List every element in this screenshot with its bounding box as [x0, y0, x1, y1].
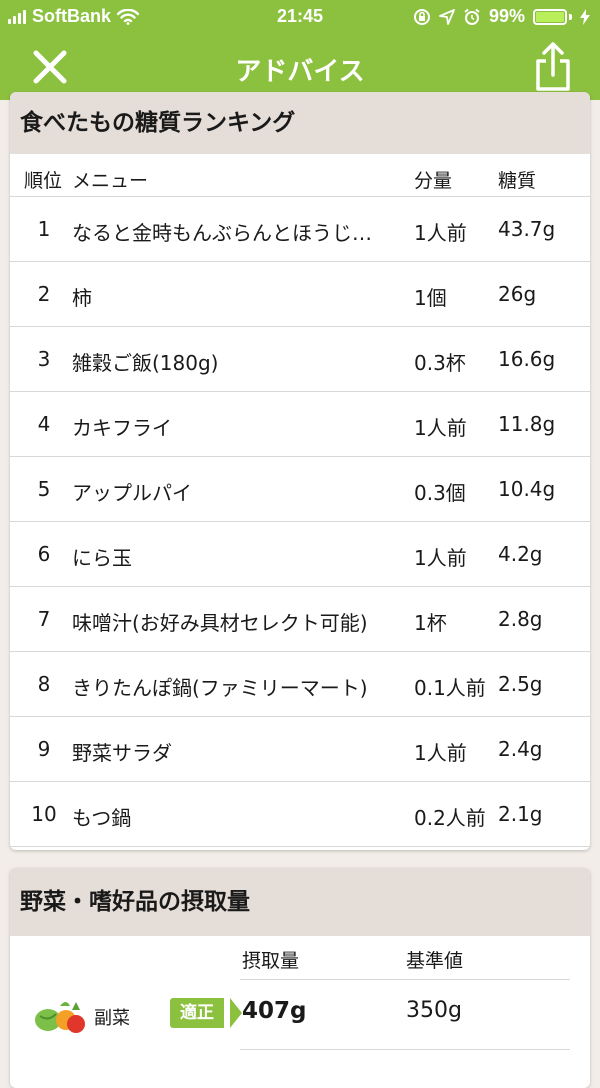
amount-cell: 1個 [414, 286, 447, 310]
category-label: 副菜 [94, 1008, 130, 1029]
carb-cell: 2.4g [498, 737, 543, 761]
amount-cell: 0.3杯 [414, 351, 466, 375]
battery-tip [569, 13, 572, 20]
badge-arrow [230, 998, 242, 1028]
menu-cell: にら玉 [72, 546, 132, 570]
carb-ranking-title: 食べたもの糖質ランキング [10, 92, 590, 154]
nav-bar: アドバイス [0, 34, 600, 100]
amount-cell: 1人前 [414, 416, 467, 440]
rank-cell: 9 [37, 737, 51, 761]
amount-cell: 1人前 [414, 221, 467, 245]
ranking-row[interactable]: 8 きりたんぽ鍋(ファミリーマート) 0.1人前 2.5g [10, 652, 590, 717]
amount-cell: 1人前 [414, 741, 467, 765]
alarm-icon [464, 8, 480, 25]
intake-value: 407g [242, 998, 307, 1024]
header-rank: 順位 [24, 170, 63, 192]
page-title: アドバイス [235, 57, 365, 87]
battery-icon [533, 8, 567, 25]
rank-cell: 2 [37, 282, 51, 306]
amount-cell: 1人前 [414, 546, 467, 570]
menu-cell: なると金時もんぶらんとほうじ… [72, 221, 372, 245]
menu-cell: もつ鍋 [72, 806, 132, 830]
header-menu: メニュー [72, 170, 149, 192]
status-right: 99% [413, 6, 590, 27]
intake-table-header: 摂取量 基準値 [10, 936, 590, 980]
carb-cell: 4.2g [498, 542, 543, 566]
ranking-row[interactable]: 9 野菜サラダ 1人前 2.4g [10, 717, 590, 782]
ranking-table-header: 順位 メニュー 分量 糖質 [10, 154, 590, 197]
ranking-row[interactable]: 3 雑穀ご飯(180g) 0.3杯 16.6g [10, 327, 590, 392]
rank-cell: 7 [37, 607, 51, 631]
amount-cell: 0.2人前 [414, 806, 486, 830]
amount-cell: 0.3個 [414, 481, 466, 505]
status-badge: 適正 [170, 998, 224, 1028]
menu-cell: 味噌汁(お好み具材セレクト可能) [72, 611, 368, 635]
divider [240, 1049, 570, 1050]
standard-value: 350g [406, 998, 462, 1023]
ranking-row[interactable]: 4 カキフライ 1人前 11.8g [10, 392, 590, 457]
carb-cell: 2.8g [498, 607, 543, 631]
rotation-lock-icon [413, 8, 430, 25]
status-bar: SoftBank 21:45 99% [0, 0, 600, 34]
carb-cell: 2.5g [498, 672, 543, 696]
carb-cell: 16.6g [498, 347, 556, 371]
menu-cell: 野菜サラダ [72, 741, 172, 765]
battery-percent: 99% [488, 6, 525, 26]
charging-icon [580, 8, 590, 25]
ranking-row[interactable]: 1 なると金時もんぶらんとほうじ… 1人前 43.7g [10, 197, 590, 262]
carb-cell: 26g [498, 282, 537, 306]
menu-cell: アップルパイ [72, 481, 192, 505]
rank-cell: 4 [37, 412, 51, 436]
menu-cell: 柿 [72, 286, 92, 310]
ranking-row[interactable]: 7 味噌汁(お好み具材セレクト可能) 1杯 2.8g [10, 587, 590, 652]
header-intake: 摂取量 [242, 950, 300, 972]
ranking-row[interactable]: 5 アップルパイ 0.3個 10.4g [10, 457, 590, 522]
carb-cell: 2.1g [498, 802, 543, 826]
ranking-row[interactable]: 6 にら玉 1人前 4.2g [10, 522, 590, 587]
share-icon [536, 42, 570, 91]
intake-card: 野菜・嗜好品の摂取量 摂取量 基準値 副菜 適正 407g 350g [10, 868, 590, 1088]
rank-cell: 3 [37, 347, 51, 371]
header-amount: 分量 [414, 170, 453, 192]
carb-cell: 43.7g [498, 217, 556, 241]
rank-cell: 10 [31, 802, 57, 826]
amount-cell: 0.1人前 [414, 676, 486, 700]
rank-cell: 6 [37, 542, 51, 566]
header-standard: 基準値 [406, 950, 464, 972]
header-carb: 糖質 [498, 170, 537, 192]
ranking-table-body: 1 なると金時もんぶらんとほうじ… 1人前 43.7g 2 柿 1個 26g 3 雑穀ご飯(180… [10, 197, 590, 847]
ranking-row[interactable]: 2 柿 1個 26g [10, 262, 590, 327]
rank-cell: 8 [37, 672, 51, 696]
intake-row[interactable]: 副菜 適正 407g 350g [10, 980, 590, 1050]
menu-cell: 雑穀ご飯(180g) [72, 351, 219, 375]
vegetables-icon [35, 1002, 85, 1033]
menu-cell: カキフライ [72, 416, 172, 440]
location-icon [439, 8, 455, 25]
amount-cell: 1杯 [414, 611, 447, 635]
carb-ranking-card: 食べたもの糖質ランキング 順位 メニュー 分量 糖質 1 なると金時もんぶらんとほ… [10, 92, 590, 850]
rank-cell: 1 [37, 217, 51, 241]
carb-cell: 10.4g [498, 477, 556, 501]
rank-cell: 5 [37, 477, 51, 501]
menu-cell: きりたんぽ鍋(ファミリーマート) [72, 676, 368, 700]
share-button[interactable] [528, 41, 578, 93]
ranking-row[interactable]: 10 もつ鍋 0.2人前 2.1g [10, 782, 590, 847]
carb-cell: 11.8g [498, 412, 556, 436]
intake-title: 野菜・嗜好品の摂取量 [10, 868, 590, 936]
